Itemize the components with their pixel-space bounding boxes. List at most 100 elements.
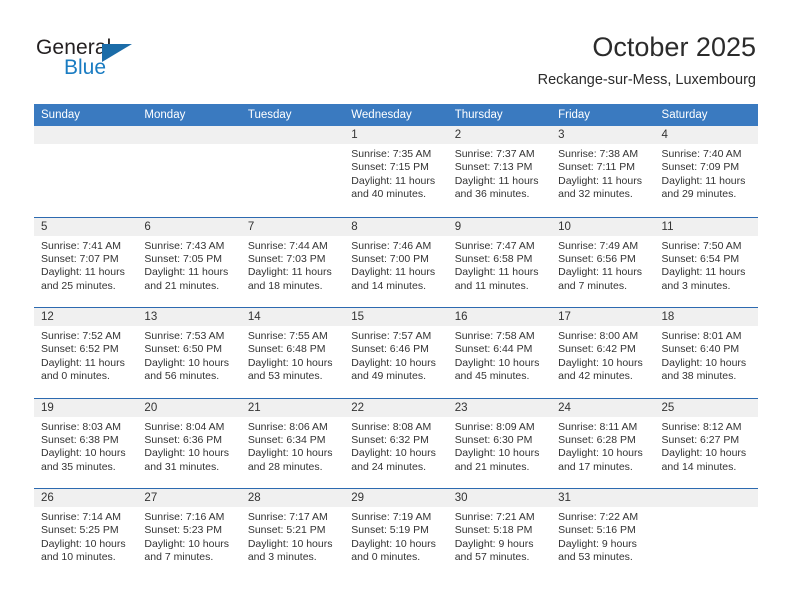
day-number: 22: [344, 398, 448, 417]
day-detail: Sunrise: 7:40 AM Sunset: 7:09 PM Daylight:…: [655, 144, 758, 202]
day-number: [34, 126, 138, 144]
sunrise-text: Sunrise: 7:58 AM: [454, 330, 535, 342]
day-detail: Sunrise: 8:04 AM Sunset: 6:36 PM Daylight:…: [137, 417, 240, 475]
sunrise-text: Sunrise: 7:35 AM: [351, 148, 432, 160]
day-cell[interactable]: 25 Sunrise: 8:12 AM Sunset: 6:27 PM Dayligh…: [654, 398, 758, 489]
day-cell-empty: [137, 126, 241, 217]
daylight-text-line1: Daylight: 11 hours: [351, 174, 436, 187]
day-cell[interactable]: 15 Sunrise: 7:57 AM Sunset: 6:46 PM Dayligh…: [344, 308, 448, 398]
day-cell[interactable]: 17 Sunrise: 8:00 AM Sunset: 6:42 PM Dayligh…: [551, 308, 655, 398]
daylight-text-line2: and 3 minutes.: [661, 279, 731, 292]
day-cell[interactable]: 1 Sunrise: 7:35 AM Sunset: 7:15 PM Daylight…: [344, 126, 448, 217]
daylight-text-line2: and 45 minutes.: [454, 370, 530, 383]
day-number: 23: [447, 398, 552, 417]
day-cell[interactable]: 8 Sunrise: 7:46 AM Sunset: 7:00 PM Daylight…: [344, 217, 448, 308]
day-cell[interactable]: 7 Sunrise: 7:44 AM Sunset: 7:03 PM Daylight…: [240, 217, 345, 308]
day-cell[interactable]: 26 Sunrise: 7:14 AM Sunset: 5:25 PM Dayligh…: [34, 489, 138, 579]
day-cell[interactable]: 13 Sunrise: 7:53 AM Sunset: 6:50 PM Dayligh…: [137, 308, 241, 398]
day-cell[interactable]: 30 Sunrise: 7:21 AM Sunset: 5:18 PM Dayligh…: [447, 489, 552, 579]
day-cell[interactable]: 14 Sunrise: 7:55 AM Sunset: 6:48 PM Dayligh…: [240, 308, 345, 398]
day-detail: Sunrise: 7:21 AM Sunset: 5:18 PM Daylight:…: [448, 507, 551, 565]
day-number: [240, 126, 345, 144]
day-cell[interactable]: 19 Sunrise: 8:03 AM Sunset: 6:38 PM Dayligh…: [34, 398, 138, 489]
daylight-text-line1: Daylight: 10 hours: [351, 356, 436, 369]
daylight-text-line2: and 36 minutes.: [454, 188, 530, 201]
sunrise-text: Sunrise: 7:37 AM: [454, 148, 535, 160]
day-number: [654, 489, 758, 507]
day-cell[interactable]: 21 Sunrise: 8:06 AM Sunset: 6:34 PM Dayligh…: [240, 398, 345, 489]
weekday-header-saturday: Saturday: [661, 109, 708, 121]
day-cell[interactable]: 11 Sunrise: 7:50 AM Sunset: 6:54 PM Dayligh…: [654, 217, 758, 308]
daylight-text-line2: and 21 minutes.: [144, 279, 220, 292]
day-cell[interactable]: 9 Sunrise: 7:47 AM Sunset: 6:58 PM Daylight…: [447, 217, 552, 308]
sunset-text: Sunset: 7:00 PM: [351, 252, 429, 265]
day-cell[interactable]: 3 Sunrise: 7:38 AM Sunset: 7:11 PM Daylight…: [551, 126, 655, 217]
sunset-text: Sunset: 5:21 PM: [247, 524, 326, 537]
day-cell[interactable]: 16 Sunrise: 7:58 AM Sunset: 6:44 PM Dayligh…: [447, 308, 552, 398]
daylight-text-line1: Daylight: 11 hours: [558, 266, 642, 279]
day-cell[interactable]: 29 Sunrise: 7:19 AM Sunset: 5:19 PM Dayligh…: [344, 489, 448, 579]
day-detail: Sunrise: 7:49 AM Sunset: 6:56 PM Daylight:…: [551, 236, 654, 294]
daylight-text-line1: Daylight: 9 hours: [454, 537, 534, 550]
day-detail: Sunrise: 8:06 AM Sunset: 6:34 PM Daylight:…: [241, 417, 344, 475]
day-number: 17: [551, 308, 655, 326]
sunset-text: Sunset: 5:23 PM: [144, 524, 223, 537]
day-cell[interactable]: 28 Sunrise: 7:17 AM Sunset: 5:21 PM Dayligh…: [240, 489, 345, 579]
day-number: 12: [34, 308, 138, 326]
sunset-text: Sunset: 6:42 PM: [558, 343, 636, 356]
day-detail: Sunrise: 8:01 AM Sunset: 6:40 PM Daylight:…: [655, 326, 758, 384]
calendar-week-row: 26 Sunrise: 7:14 AM Sunset: 5:25 PM Dayligh…: [34, 488, 758, 579]
day-cell[interactable]: 10 Sunrise: 7:49 AM Sunset: 6:56 PM Dayligh…: [551, 217, 655, 308]
day-cell[interactable]: 18 Sunrise: 8:01 AM Sunset: 6:40 PM Dayligh…: [654, 308, 758, 398]
daylight-text-line1: Daylight: 11 hours: [661, 266, 746, 279]
sunset-text: Sunset: 6:28 PM: [558, 433, 636, 446]
day-number: 19: [34, 398, 138, 417]
day-cell[interactable]: 5 Sunrise: 7:41 AM Sunset: 7:07 PM Daylight…: [34, 217, 138, 308]
sunset-text: Sunset: 7:07 PM: [41, 252, 119, 265]
daylight-text-line2: and 53 minutes.: [247, 370, 323, 383]
day-detail: Sunrise: 8:03 AM Sunset: 6:38 PM Daylight:…: [34, 417, 137, 475]
day-number: 20: [137, 398, 241, 417]
day-detail: Sunrise: 7:47 AM Sunset: 6:58 PM Daylight:…: [448, 236, 551, 294]
calendar-week-row: 19 Sunrise: 8:03 AM Sunset: 6:38 PM Dayligh…: [34, 397, 758, 489]
day-cell-empty: [240, 126, 345, 217]
sunset-text: Sunset: 6:30 PM: [454, 433, 533, 446]
sunrise-text: Sunrise: 7:22 AM: [558, 511, 639, 523]
triangle-icon: [102, 44, 132, 62]
day-cell[interactable]: 24 Sunrise: 8:11 AM Sunset: 6:28 PM Dayligh…: [551, 398, 655, 489]
daylight-text-line1: Daylight: 10 hours: [558, 447, 643, 460]
day-cell[interactable]: 23 Sunrise: 8:09 AM Sunset: 6:30 PM Dayligh…: [447, 398, 552, 489]
sunrise-text: Sunrise: 7:41 AM: [41, 239, 121, 252]
day-number: 15: [344, 308, 448, 326]
day-cell[interactable]: 6 Sunrise: 7:43 AM Sunset: 7:05 PM Daylight…: [137, 217, 241, 308]
daylight-text-line2: and 42 minutes.: [558, 370, 633, 383]
day-cell[interactable]: 20 Sunrise: 8:04 AM Sunset: 6:36 PM Dayligh…: [137, 398, 241, 489]
daylight-text-line2: and 24 minutes.: [351, 460, 426, 473]
calendar-weeks: 1 Sunrise: 7:35 AM Sunset: 7:15 PM Daylight…: [34, 126, 758, 579]
daylight-text-line1: Daylight: 11 hours: [454, 174, 539, 187]
day-cell[interactable]: 27 Sunrise: 7:16 AM Sunset: 5:23 PM Dayligh…: [137, 489, 241, 579]
day-detail: Sunrise: 7:58 AM Sunset: 6:44 PM Daylight:…: [448, 326, 551, 384]
day-cell[interactable]: 22 Sunrise: 8:08 AM Sunset: 6:32 PM Dayligh…: [344, 398, 448, 489]
sunset-text: Sunset: 6:56 PM: [558, 252, 636, 265]
day-detail: Sunrise: 7:46 AM Sunset: 7:00 PM Daylight:…: [344, 236, 447, 294]
sunrise-text: Sunrise: 7:50 AM: [661, 239, 742, 252]
day-number: 11: [654, 217, 758, 236]
daylight-text-line1: Daylight: 11 hours: [41, 356, 125, 369]
day-cell[interactable]: 12 Sunrise: 7:52 AM Sunset: 6:52 PM Dayligh…: [34, 308, 138, 398]
day-cell[interactable]: 2 Sunrise: 7:37 AM Sunset: 7:13 PM Daylight…: [447, 126, 552, 217]
sunset-text: Sunset: 6:32 PM: [351, 433, 429, 446]
daylight-text-line2: and 18 minutes.: [247, 279, 323, 292]
page-header: General Blue October 2025 Reckange-sur-M…: [0, 0, 792, 100]
daylight-text-line1: Daylight: 10 hours: [41, 447, 126, 460]
weekday-header-wednesday: Wednesday: [351, 109, 412, 121]
day-cell[interactable]: 31 Sunrise: 7:22 AM Sunset: 5:16 PM Dayligh…: [551, 489, 655, 579]
sunset-text: Sunset: 7:09 PM: [661, 161, 740, 174]
daylight-text-line2: and 25 minutes.: [41, 279, 116, 292]
day-cell[interactable]: 4 Sunrise: 7:40 AM Sunset: 7:09 PM Daylight…: [654, 126, 758, 217]
day-number: 4: [654, 126, 758, 144]
daylight-text-line2: and 35 minutes.: [41, 460, 116, 473]
general-blue-logo[interactable]: General Blue: [36, 36, 216, 86]
sunset-text: Sunset: 6:36 PM: [144, 433, 223, 446]
daylight-text-line2: and 40 minutes.: [351, 188, 426, 201]
